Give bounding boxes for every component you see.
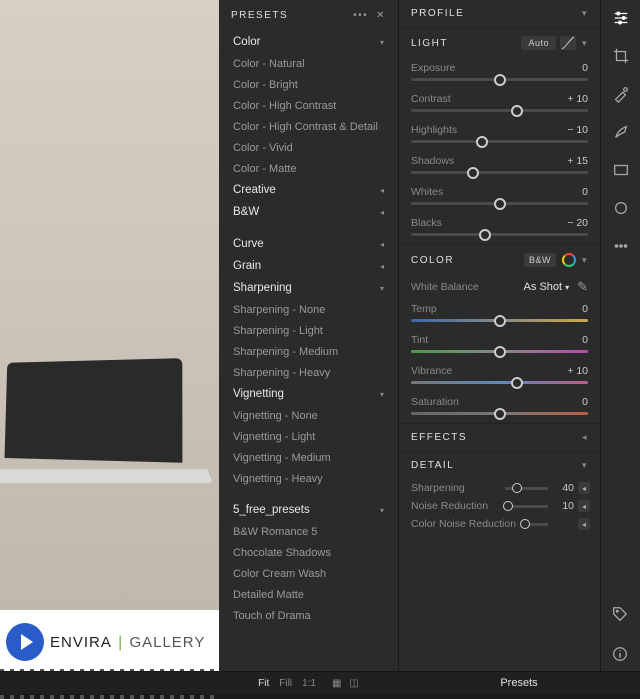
- preset-item[interactable]: Sharpening - None: [219, 299, 398, 320]
- preview-image[interactable]: [0, 0, 219, 610]
- presets-close-icon[interactable]: ✕: [376, 10, 386, 21]
- presets-panel: PRESETS ••• ✕ Color▾Color - NaturalColor…: [219, 0, 398, 694]
- color-header: COLOR: [411, 255, 454, 266]
- bw-button[interactable]: B&W: [524, 253, 556, 267]
- presets-more-icon[interactable]: •••: [353, 10, 368, 21]
- tone-curve-icon[interactable]: [560, 36, 576, 50]
- edit-sliders-icon[interactable]: [611, 8, 631, 28]
- crop-icon[interactable]: [611, 46, 631, 66]
- preset-item[interactable]: Color - Vivid: [219, 137, 398, 158]
- more-icon[interactable]: [611, 236, 631, 256]
- preset-item[interactable]: B&W Romance 5: [219, 521, 398, 542]
- preset-group[interactable]: 5_free_presets▾: [219, 499, 398, 521]
- detail-sharpening[interactable]: Sharpening40◂: [399, 479, 600, 497]
- bottom-presets-label[interactable]: Presets: [398, 677, 640, 689]
- preset-item[interactable]: Vignetting - Light: [219, 426, 398, 447]
- preset-item[interactable]: Detailed Matte: [219, 584, 398, 605]
- detail-noise-reduction[interactable]: Noise Reduction10◂: [399, 497, 600, 515]
- slider-highlights[interactable]: Highlights− 10: [399, 120, 600, 151]
- status-bar: Fit Fill 1:1 ▦ ◫ Presets: [0, 671, 640, 694]
- auto-button[interactable]: Auto: [521, 36, 556, 50]
- zoom-fit[interactable]: Fit: [258, 678, 269, 689]
- preset-group[interactable]: B&W◂: [219, 201, 398, 223]
- slider-shadows[interactable]: Shadows+ 15: [399, 151, 600, 182]
- preset-item[interactable]: Vignetting - None: [219, 405, 398, 426]
- eyedropper-icon[interactable]: ✎: [577, 279, 588, 295]
- preset-group[interactable]: Curve◂: [219, 233, 398, 255]
- radial-gradient-icon[interactable]: [611, 198, 631, 218]
- secondary-tools: [600, 604, 640, 664]
- zoom-1to1[interactable]: 1:1: [302, 678, 316, 689]
- chevron-down-icon[interactable]: ▾: [582, 38, 588, 49]
- slider-blacks[interactable]: Blacks− 20: [399, 213, 600, 244]
- preset-item[interactable]: Color - Natural: [219, 53, 398, 74]
- detail-header: DETAIL: [411, 460, 454, 471]
- play-icon: [6, 623, 44, 661]
- preset-item[interactable]: Sharpening - Medium: [219, 341, 398, 362]
- zoom-fill[interactable]: Fill: [279, 678, 292, 689]
- preset-group[interactable]: Grain◂: [219, 255, 398, 277]
- slider-temp[interactable]: Temp0: [399, 299, 600, 330]
- white-balance-label: White Balance: [411, 281, 479, 293]
- light-header: LIGHT: [411, 38, 448, 49]
- slider-contrast[interactable]: Contrast+ 10: [399, 89, 600, 120]
- preset-item[interactable]: Color Cream Wash: [219, 563, 398, 584]
- white-balance-dropdown[interactable]: As Shot▾: [524, 281, 570, 293]
- canvas-area: ENVIRA❘GALLERY: [0, 0, 219, 694]
- preset-item[interactable]: Sharpening - Heavy: [219, 362, 398, 383]
- preset-item[interactable]: Color - High Contrast & Detail: [219, 116, 398, 137]
- preset-group[interactable]: Vignetting▾: [219, 383, 398, 405]
- chevron-down-icon[interactable]: ▾: [582, 255, 588, 266]
- brush-icon[interactable]: [611, 122, 631, 142]
- effects-header: EFFECTS: [411, 432, 467, 443]
- preset-item[interactable]: Color - Bright: [219, 74, 398, 95]
- slider-exposure[interactable]: Exposure0: [399, 58, 600, 89]
- linear-gradient-icon[interactable]: [611, 160, 631, 180]
- preset-group[interactable]: Sharpening▾: [219, 277, 398, 299]
- grid-view-icon[interactable]: ▦: [332, 678, 341, 689]
- preset-group[interactable]: Color▾: [219, 31, 398, 53]
- preset-item[interactable]: Chocolate Shadows: [219, 542, 398, 563]
- info-icon[interactable]: [610, 644, 630, 664]
- profile-header: PROFILE: [411, 8, 464, 19]
- color-mixer-icon[interactable]: [562, 253, 576, 267]
- edit-panel: PROFILE ▾ LIGHT Auto ▾ Exposure0Contrast…: [398, 0, 600, 694]
- slider-saturation[interactable]: Saturation0: [399, 392, 600, 423]
- tag-icon[interactable]: [610, 604, 630, 624]
- preset-item[interactable]: Sharpening - Light: [219, 320, 398, 341]
- healing-brush-icon[interactable]: [611, 84, 631, 104]
- preset-item[interactable]: Color - High Contrast: [219, 95, 398, 116]
- slider-vibrance[interactable]: Vibrance+ 10: [399, 361, 600, 392]
- preset-item[interactable]: Vignetting - Medium: [219, 447, 398, 468]
- preset-item[interactable]: Color - Matte: [219, 158, 398, 179]
- presets-header: PRESETS: [231, 10, 288, 21]
- watermark-logo: ENVIRA❘GALLERY: [0, 610, 219, 674]
- slider-tint[interactable]: Tint0: [399, 330, 600, 361]
- preset-group[interactable]: Creative◂: [219, 179, 398, 201]
- preset-item[interactable]: Vignetting - Heavy: [219, 468, 398, 489]
- compare-view-icon[interactable]: ◫: [349, 678, 358, 689]
- preset-list: Color▾Color - NaturalColor - BrightColor…: [219, 31, 398, 694]
- chevron-down-icon[interactable]: ▾: [582, 8, 588, 19]
- slider-whites[interactable]: Whites0: [399, 182, 600, 213]
- preset-item[interactable]: Touch of Drama: [219, 605, 398, 626]
- tool-strip: [600, 0, 640, 694]
- chevron-right-icon[interactable]: ◂: [582, 432, 588, 443]
- chevron-down-icon[interactable]: ▾: [582, 460, 588, 471]
- detail-color-noise-reduction[interactable]: Color Noise Reduction◂: [399, 515, 600, 533]
